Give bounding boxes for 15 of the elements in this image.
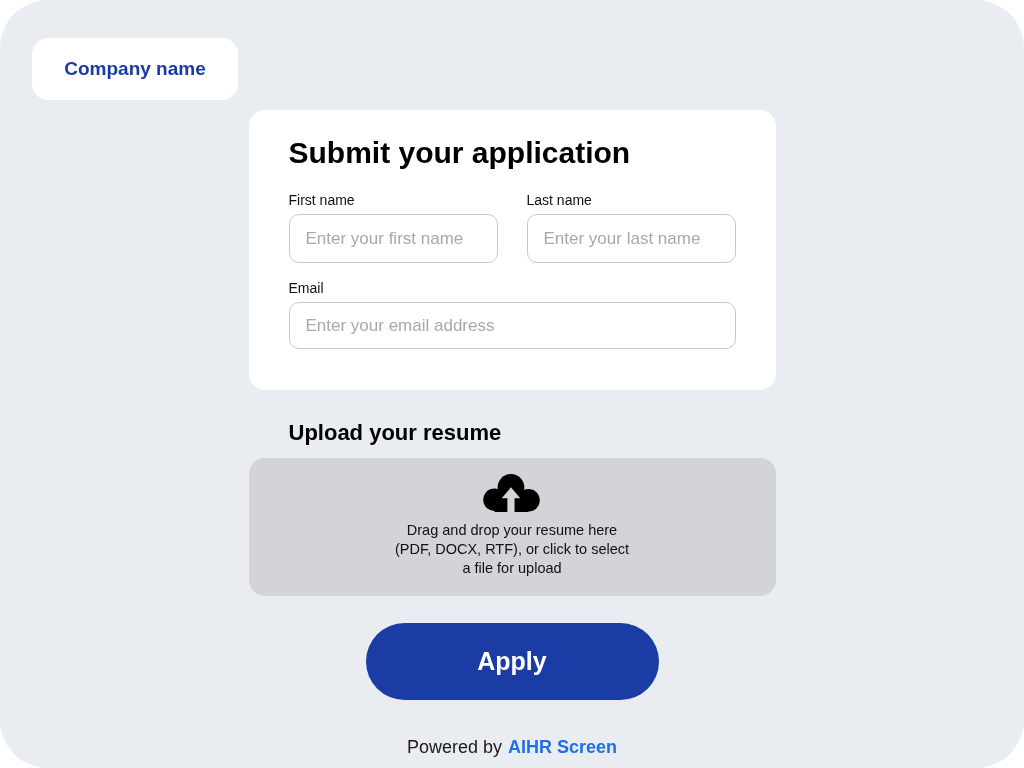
dropzone-text: Drag and drop your resume here (PDF, DOCX, RTF), or click to select a file for upload — [394, 521, 630, 578]
input-field[interactable]: Enter your email address — [288, 302, 736, 349]
company-name: Company name — [32, 38, 238, 100]
field-label: Email — [288, 279, 324, 297]
input-field[interactable]: Enter your first name — [288, 214, 498, 263]
apply-button[interactable]: Apply — [365, 623, 659, 700]
form-title: Submit your application — [288, 135, 632, 171]
powered-by-text: Powered by — [406, 736, 502, 758]
cloud-upload-icon — [482, 474, 542, 512]
resume-dropzone[interactable]: Drag and drop your resume here (PDF, DOCX, RTF), or click to select a file for upload — [248, 458, 776, 596]
field-label: Last name — [526, 191, 592, 209]
input-field[interactable]: Enter your last name — [526, 214, 736, 263]
aihr-screen-link[interactable]: AIHR Screen — [508, 736, 618, 758]
upload-heading: Upload your resume — [288, 419, 502, 447]
field-label: First name — [288, 191, 355, 209]
